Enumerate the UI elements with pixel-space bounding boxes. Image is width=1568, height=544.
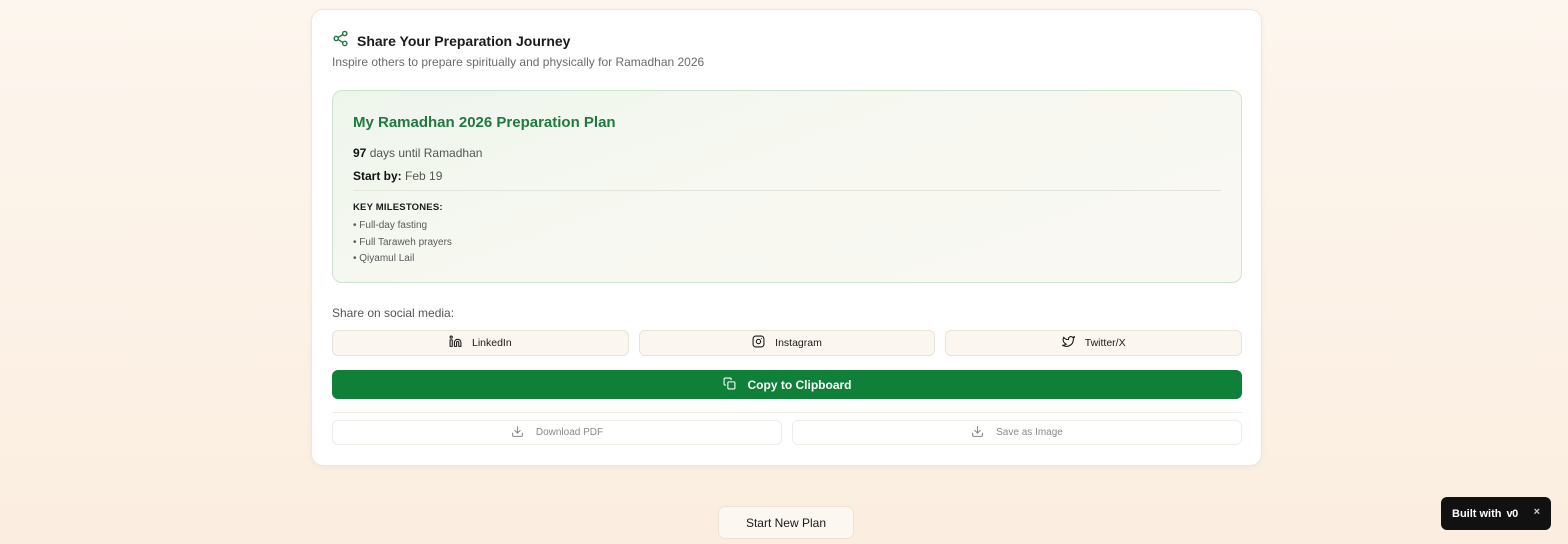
export-buttons: Download PDF Save as Image bbox=[332, 420, 1242, 445]
instagram-button[interactable]: Instagram bbox=[638, 330, 936, 356]
twitter-button[interactable]: Twitter/X bbox=[945, 330, 1243, 356]
days-count: 97 bbox=[353, 146, 367, 160]
download-pdf-label: Download PDF bbox=[535, 427, 604, 438]
start-by: Start by: Feb 19 bbox=[353, 169, 442, 183]
start-new-plan-button[interactable]: Start New Plan bbox=[718, 506, 854, 539]
milestone-item: • Full-day fasting bbox=[353, 220, 428, 231]
share-icon bbox=[332, 30, 349, 52]
milestone-item: • Full Taraweh prayers bbox=[353, 236, 452, 248]
download-icon bbox=[511, 425, 524, 441]
copy-label: Copy to Clipboard bbox=[747, 377, 852, 392]
download-icon bbox=[971, 425, 984, 441]
plan-title: My Ramadhan 2026 Preparation Plan bbox=[353, 114, 616, 131]
save-image-label: Save as Image bbox=[996, 427, 1063, 438]
card-divider bbox=[332, 412, 1242, 413]
card-header: Share Your Preparation Journey bbox=[332, 30, 570, 52]
social-buttons: LinkedIn Instagram Twitter/X bbox=[332, 330, 1243, 356]
plan-preview: My Ramadhan 2026 Preparation Plan 97 day… bbox=[332, 90, 1242, 283]
share-label: Share on social media: bbox=[332, 306, 455, 320]
milestones-list: • Full-day fasting • Full Taraweh prayer… bbox=[353, 218, 452, 268]
built-with-text: Built with bbox=[1452, 507, 1502, 520]
twitter-label: Twitter/X bbox=[1084, 337, 1126, 349]
days-text: days until Ramadhan bbox=[366, 146, 483, 160]
days-until: 97 days until Ramadhan bbox=[353, 146, 482, 160]
close-icon[interactable]: × bbox=[1534, 506, 1540, 518]
linkedin-button[interactable]: LinkedIn bbox=[332, 330, 629, 356]
linkedin-label: LinkedIn bbox=[471, 337, 512, 349]
milestones-title: KEY MILESTONES: bbox=[353, 202, 443, 213]
share-card: Share Your Preparation Journey Inspire o… bbox=[311, 9, 1262, 466]
v0-logo: v0 bbox=[1506, 507, 1519, 520]
start-value: Feb 19 bbox=[401, 169, 443, 183]
instagram-label: Instagram bbox=[775, 337, 822, 349]
card-title: Share Your Preparation Journey bbox=[357, 33, 571, 49]
copy-to-clipboard-button[interactable]: Copy to Clipboard bbox=[332, 370, 1242, 399]
built-with-badge[interactable]: Built with v0 × bbox=[1441, 497, 1551, 530]
start-label: Start by: bbox=[353, 169, 402, 183]
plan-divider bbox=[353, 190, 1221, 191]
instagram-icon bbox=[752, 335, 765, 351]
save-image-button[interactable]: Save as Image bbox=[792, 420, 1242, 445]
linkedin-icon bbox=[449, 335, 462, 351]
card-subtitle: Inspire others to prepare spiritually an… bbox=[332, 55, 705, 69]
twitter-icon bbox=[1061, 335, 1075, 351]
milestone-item: • Qiyamul Lail bbox=[353, 253, 415, 264]
copy-icon bbox=[723, 377, 736, 393]
download-pdf-button[interactable]: Download PDF bbox=[332, 420, 782, 445]
